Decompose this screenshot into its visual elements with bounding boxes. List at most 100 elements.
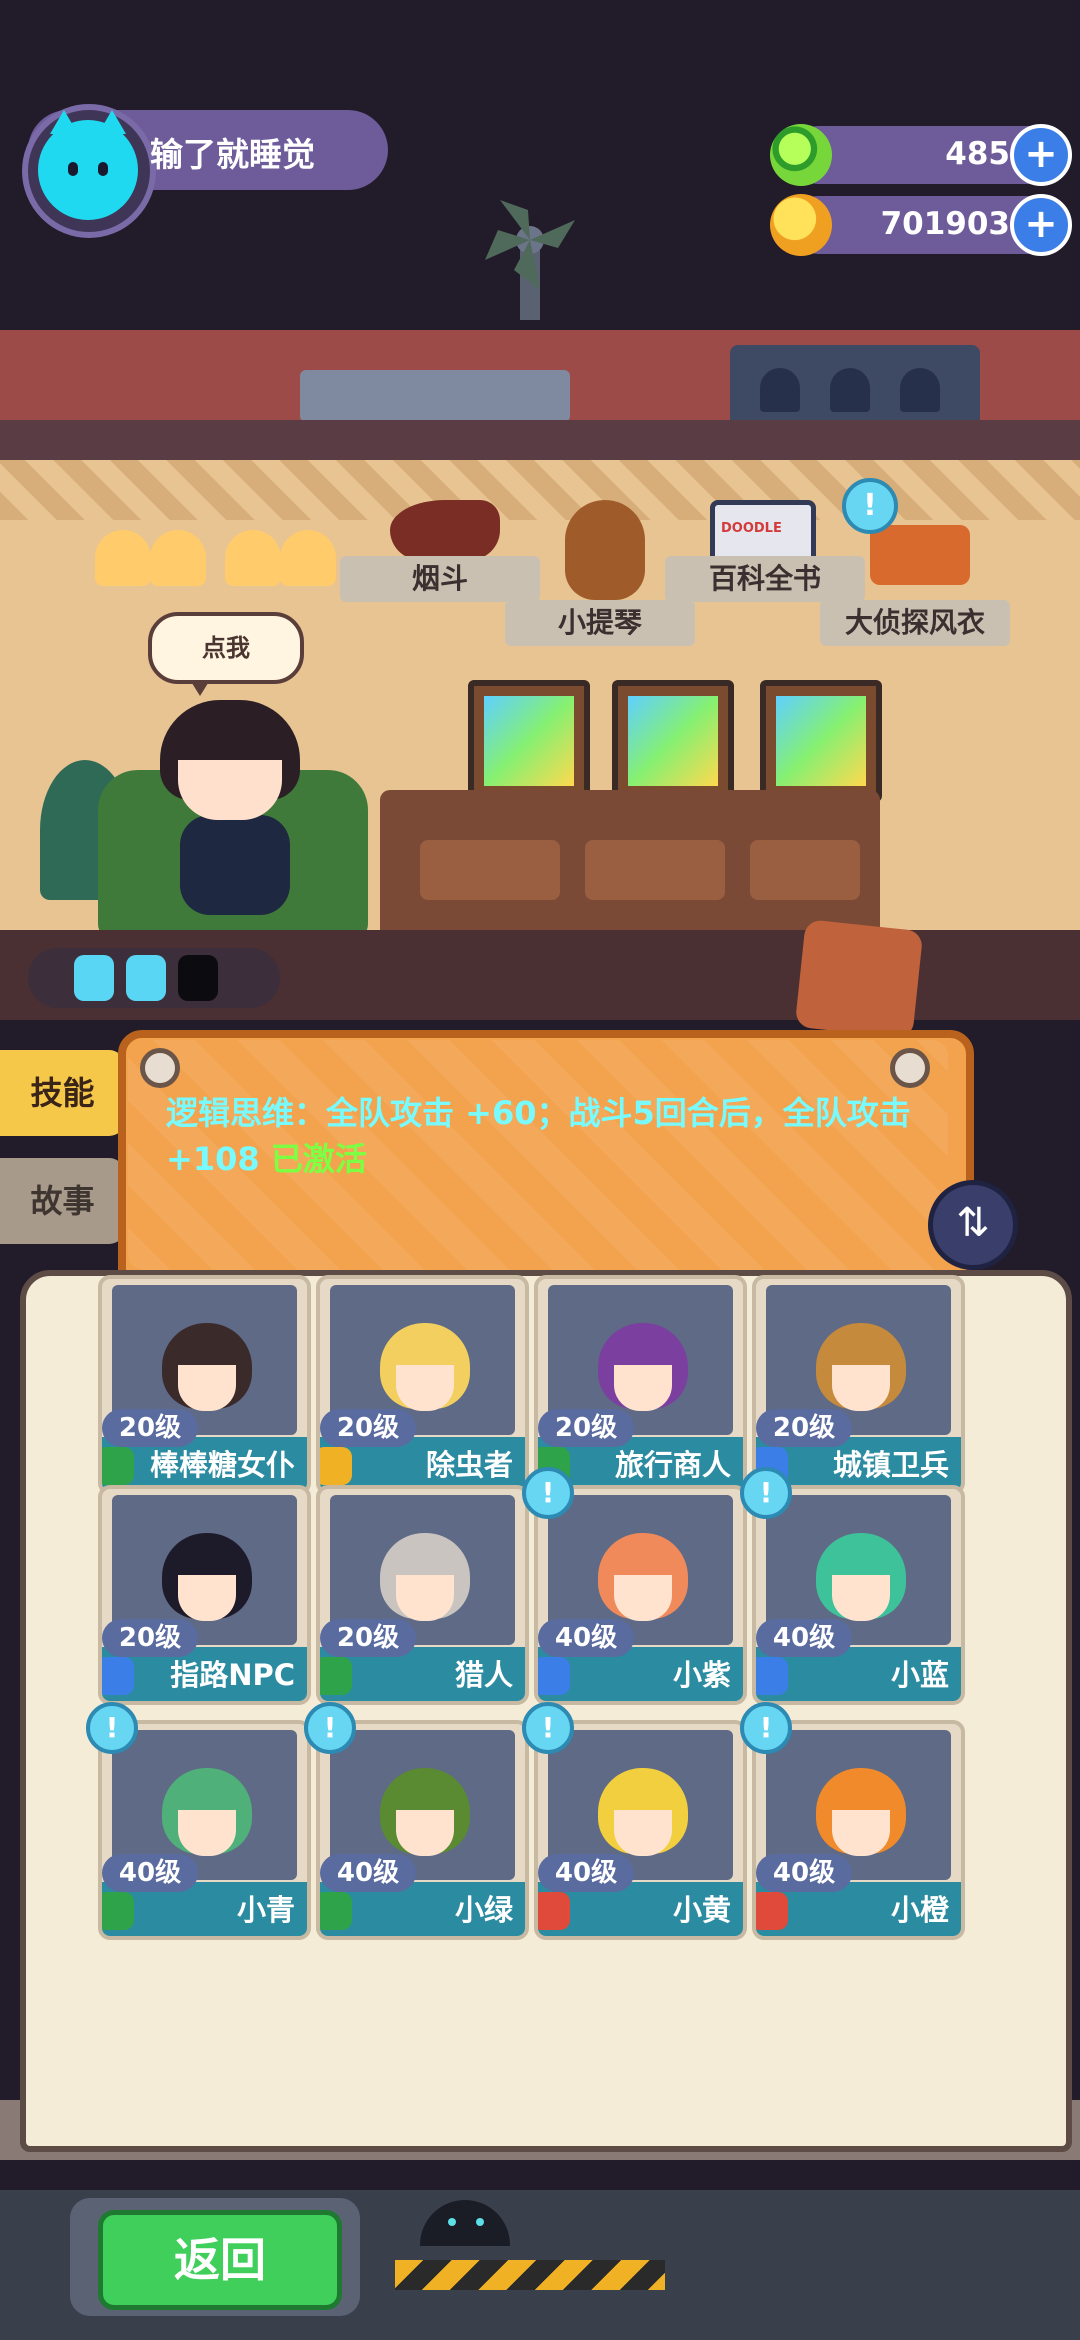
character-card[interactable]: 旅行商人 20级	[534, 1275, 747, 1495]
book-cover-text: DOODLE	[721, 521, 782, 536]
shield-icon	[538, 1657, 570, 1695]
lamp-bulb-icon	[225, 530, 281, 586]
character-card[interactable]: 指路NPC 20级	[98, 1485, 311, 1705]
avatar-eye-right	[98, 162, 108, 176]
character-name: 指路NPC	[170, 1658, 295, 1692]
character-level: 20级	[538, 1409, 634, 1447]
character-level: 40级	[320, 1854, 416, 1892]
vent-grille	[300, 370, 570, 422]
tab-skill[interactable]: 技能	[0, 1050, 125, 1136]
add-coins-button[interactable]: +	[1010, 194, 1072, 256]
character-name: 小蓝	[890, 1658, 949, 1692]
creature-eye	[476, 2218, 484, 2226]
character-face	[178, 1575, 236, 1621]
player-avatar[interactable]	[38, 110, 138, 220]
shield-icon	[102, 1657, 134, 1695]
character-name: 小青	[236, 1893, 295, 1927]
character-name: 小黄	[672, 1893, 731, 1927]
creature-eye	[448, 2218, 456, 2226]
detective-face[interactable]	[178, 760, 282, 820]
back-button[interactable]: 返回	[98, 2210, 342, 2310]
character-card[interactable]: 猎人 20级	[316, 1485, 529, 1705]
ghost-icon	[760, 368, 800, 412]
character-name: 小绿	[454, 1893, 513, 1927]
portrait-frame	[612, 680, 734, 802]
cat-ear-left	[50, 110, 78, 134]
violin-icon[interactable]	[565, 500, 645, 600]
character-card[interactable]: 小黄 40级	[534, 1720, 747, 1940]
character-card[interactable]: 小青 40级	[98, 1720, 311, 1940]
character-face	[396, 1575, 454, 1621]
alert-bubble-icon[interactable]: !	[522, 1702, 574, 1754]
character-face	[614, 1810, 672, 1856]
swap-button[interactable]: ⇅	[928, 1180, 1018, 1270]
wall-pattern	[0, 460, 1080, 520]
character-face	[832, 1810, 890, 1856]
character-card[interactable]: 小紫 40级	[534, 1485, 747, 1705]
player-name: 输了就睡觉	[150, 135, 315, 174]
character-level: 40级	[756, 1619, 852, 1657]
character-card[interactable]: 小蓝 40级	[752, 1485, 965, 1705]
alert-bubble-icon[interactable]: !	[86, 1702, 138, 1754]
character-name: 棒棒糖女仆	[149, 1448, 295, 1482]
desk-drawer	[585, 840, 725, 900]
character-level: 40级	[102, 1854, 198, 1892]
character-card[interactable]: 棒棒糖女仆 20级	[98, 1275, 311, 1495]
character-name: 旅行商人	[614, 1448, 731, 1482]
desk-drawer	[750, 840, 860, 900]
ghost-icon	[830, 368, 870, 412]
alert-bubble-icon[interactable]: !	[304, 1702, 356, 1754]
character-card[interactable]: 小绿 40级	[316, 1720, 529, 1940]
character-card[interactable]: 城镇卫兵 20级	[752, 1275, 965, 1495]
add-gems-button[interactable]: +	[1010, 124, 1072, 186]
character-name: 小橙	[890, 1893, 949, 1927]
lamp-bulb-icon	[280, 530, 336, 586]
shelf-label-encyclopedia: 百科全书	[665, 556, 865, 602]
tab-story[interactable]: 故事	[0, 1158, 125, 1244]
coin-amount: 701903	[880, 206, 1010, 242]
avatar-eye-left	[68, 162, 78, 176]
cat-ear-right	[98, 110, 126, 134]
character-level: 20级	[102, 1619, 198, 1657]
energy-cell-empty-icon	[178, 955, 218, 1001]
alert-bubble-icon[interactable]: !	[740, 1702, 792, 1754]
character-face	[178, 1810, 236, 1856]
character-face	[178, 1365, 236, 1411]
tap-me-bubble[interactable]: 点我	[148, 612, 304, 696]
character-name: 除虫者	[425, 1448, 513, 1482]
character-card[interactable]: 除虫者 20级	[316, 1275, 529, 1495]
character-name: 猎人	[454, 1658, 513, 1692]
lamp-bulb-icon	[150, 530, 206, 586]
shield-icon	[102, 1447, 134, 1485]
pin-icon	[890, 1048, 930, 1088]
character-level: 40级	[756, 1854, 852, 1892]
skill-description: 逻辑思维：全队攻击 +60；战斗5回合后，全队攻击 +108 已激活	[166, 1090, 936, 1182]
character-face	[832, 1575, 890, 1621]
character-level: 20级	[320, 1409, 416, 1447]
character-face	[614, 1575, 672, 1621]
energy-cell-filled-icon	[126, 955, 166, 1001]
desk-drawer	[420, 840, 560, 900]
character-face	[614, 1365, 672, 1411]
shield-icon	[102, 1892, 134, 1930]
detective-coat-icon[interactable]	[870, 525, 970, 585]
chat-button[interactable]	[794, 919, 924, 1039]
shelf-ledge	[0, 420, 1080, 460]
shelf-label-violin: 小提琴	[505, 600, 695, 646]
character-name: 城镇卫兵	[832, 1448, 949, 1482]
character-level: 20级	[320, 1619, 416, 1657]
hazard-stripe	[395, 2260, 665, 2290]
character-level: 20级	[756, 1409, 852, 1447]
gem-amount: 485	[945, 136, 1010, 172]
detective-character[interactable]	[180, 815, 290, 915]
shield-icon	[756, 1892, 788, 1930]
alert-bubble-icon[interactable]: !	[740, 1467, 792, 1519]
portrait-frame	[468, 680, 590, 802]
alert-bubble-icon[interactable]: !	[842, 478, 898, 534]
character-level: 20级	[102, 1409, 198, 1447]
pipe-icon[interactable]	[390, 500, 500, 560]
character-card[interactable]: 小橙 40级	[752, 1720, 965, 1940]
alert-bubble-icon[interactable]: !	[522, 1467, 574, 1519]
energy-cell-filled-icon	[74, 955, 114, 1001]
shield-icon	[320, 1447, 352, 1485]
